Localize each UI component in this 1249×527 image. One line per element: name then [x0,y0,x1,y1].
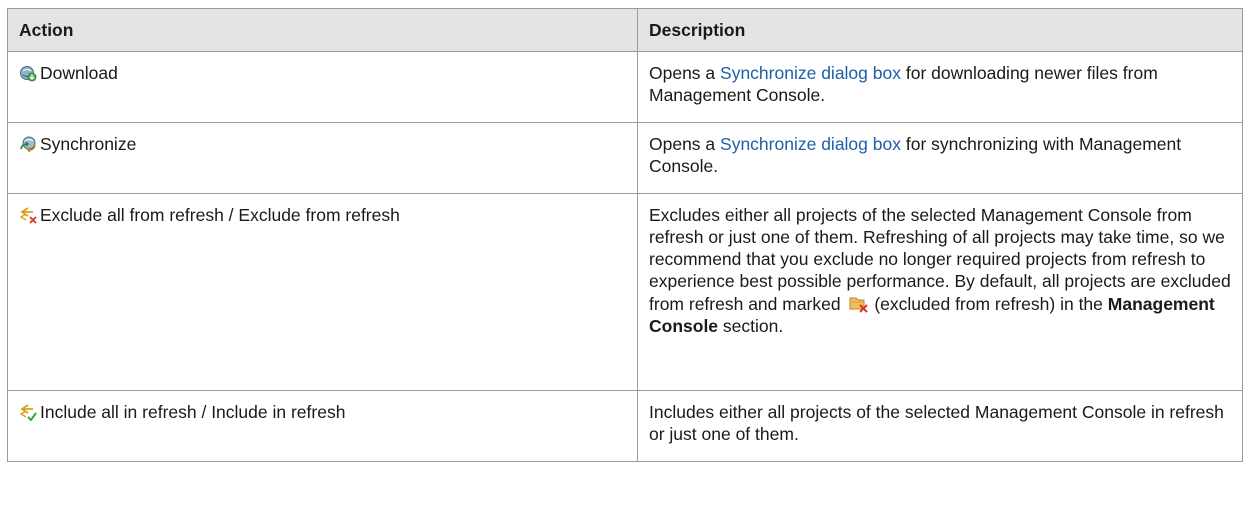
synchronize-icon [19,135,37,153]
description-text: (excluded from refresh) in the [869,294,1108,314]
actions-table: Action Description Download Opens a Sync… [7,8,1243,462]
synchronize-dialog-link[interactable]: Synchronize dialog box [720,134,901,154]
column-header-description: Description [637,8,1243,52]
table-row: Include all in refresh / Include in refr… [7,390,1243,462]
table-row: Download Opens a Synchronize dialog box … [7,51,1243,123]
description-cell: Excludes either all projects of the sele… [637,193,1243,391]
include-in-refresh-icon [19,403,37,421]
column-header-action: Action [7,8,638,52]
description-text: section. [718,316,784,336]
action-cell: Synchronize [7,122,638,194]
action-cell: Exclude all from refresh / Exclude from … [7,193,638,391]
description-cell: Opens a Synchronize dialog box for synch… [637,122,1243,194]
download-icon [19,64,37,82]
table-row: Synchronize Opens a Synchronize dialog b… [7,122,1243,194]
action-label: Exclude all from refresh / Exclude from … [40,205,400,225]
action-cell: Download [7,51,638,123]
exclude-from-refresh-icon [19,206,37,224]
description-text: Opens a [649,134,721,154]
action-label: Synchronize [40,134,137,154]
description-text: Opens a [649,63,721,83]
synchronize-dialog-link[interactable]: Synchronize dialog box [720,63,901,83]
table-row: Exclude all from refresh / Exclude from … [7,193,1243,391]
table-header-row: Action Description [7,8,1243,52]
action-label: Include all in refresh / Include in refr… [40,402,346,422]
action-cell: Include all in refresh / Include in refr… [7,390,638,462]
description-cell: Includes either all projects of the sele… [637,390,1243,462]
description-cell: Opens a Synchronize dialog box for downl… [637,51,1243,123]
action-label: Download [40,63,118,83]
excluded-project-icon [847,292,869,314]
